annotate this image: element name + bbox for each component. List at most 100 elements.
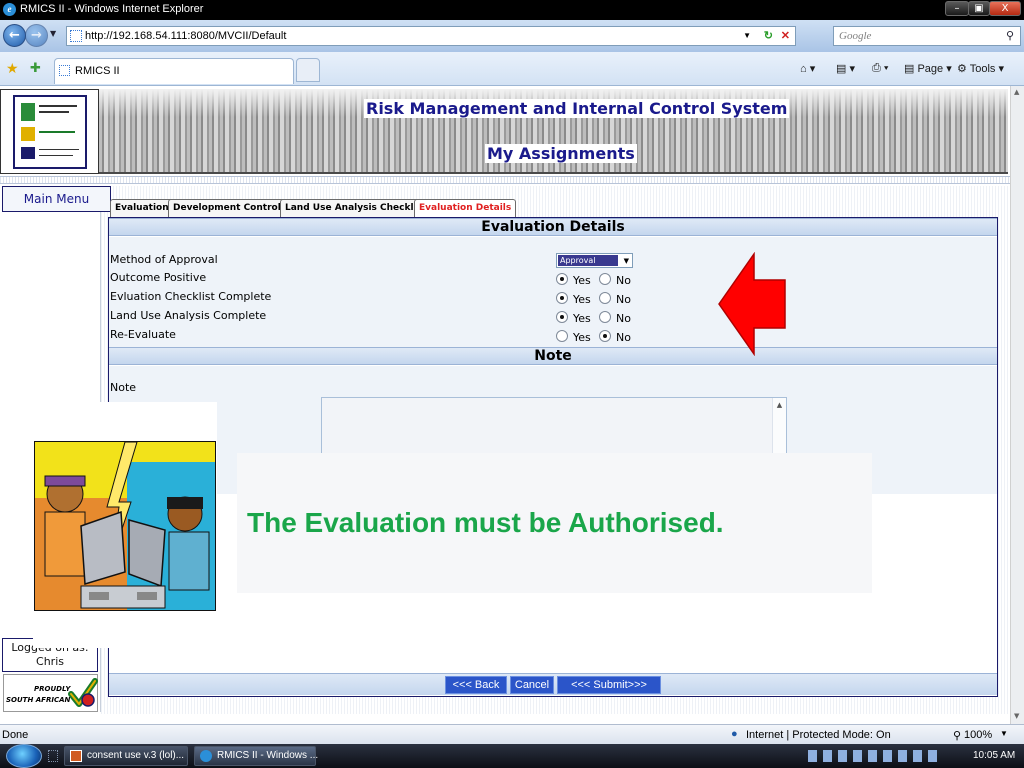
tab-favicon-icon xyxy=(59,65,70,76)
recent-pages-chevron-icon[interactable]: ▼ xyxy=(50,29,56,38)
search-input[interactable]: Google ⚲ xyxy=(833,26,1021,46)
home-icon[interactable]: ⌂ ▾ xyxy=(800,62,815,75)
favorites-star-icon[interactable]: ★ xyxy=(6,61,19,77)
window-title-bar: e RMICS II - Windows Internet Explorer –… xyxy=(0,0,1024,20)
checklist-complete-no-radio[interactable] xyxy=(599,292,611,304)
outcome-positive-label: Outcome Positive xyxy=(110,271,207,284)
tools-menu-label: Tools xyxy=(969,63,996,75)
land-use-complete-yes-radio[interactable] xyxy=(556,311,568,323)
organization-logo xyxy=(0,89,99,174)
ie-icon xyxy=(200,750,212,762)
land-use-analysis-complete-label: Land Use Analysis Complete xyxy=(110,309,267,322)
radio-yes-label: Yes xyxy=(573,293,591,306)
globe-icon: ● xyxy=(731,728,738,740)
system-tray-icons[interactable] xyxy=(808,750,938,762)
tab-land-use-analysis-checklist[interactable]: Land Use Analysis Checklist xyxy=(280,199,432,217)
checkmark-flag-icon xyxy=(68,678,98,707)
new-tab-button[interactable] xyxy=(296,58,320,82)
header-banner: Risk Management and Internal Control Sys… xyxy=(99,89,1008,174)
method-of-approval-select[interactable]: Approval ▼ xyxy=(556,253,633,268)
tab-title: RMICS II xyxy=(75,65,120,77)
stop-icon[interactable]: ✕ xyxy=(781,27,790,45)
re-evaluate-label: Re-Evaluate xyxy=(110,328,176,341)
status-text: Done xyxy=(2,729,29,741)
address-bar[interactable]: http://192.168.54.111:8080/MVCII/Default… xyxy=(66,26,796,46)
tab-evaluation-details[interactable]: Evaluation Details xyxy=(414,199,517,217)
radio-no-label: No xyxy=(616,312,631,325)
outcome-positive-yes-radio[interactable] xyxy=(556,273,568,285)
authorisation-message: The Evaluation must be Authorised. xyxy=(247,507,724,538)
tab-evaluation[interactable]: Evaluation xyxy=(110,199,174,217)
re-evaluate-yes-radio[interactable] xyxy=(556,330,568,342)
back-nav-icon[interactable]: ← xyxy=(3,24,26,47)
zoom-level[interactable]: 100% xyxy=(964,729,992,741)
badge-line1: PROUDLY xyxy=(34,685,71,693)
search-placeholder: Google xyxy=(839,30,872,42)
zoom-icon: ⚲ xyxy=(953,730,962,742)
windows-taskbar: consent use v.3 (lol)... RMICS II - Wind… xyxy=(0,744,1024,768)
logo-emblem xyxy=(13,95,87,169)
cancel-button[interactable]: Cancel xyxy=(510,676,554,694)
radio-yes-label: Yes xyxy=(573,312,591,325)
clock[interactable]: 10:05 AM xyxy=(973,750,1015,761)
land-use-complete-no-radio[interactable] xyxy=(599,311,611,323)
tools-menu[interactable]: ⚙ Tools ▾ xyxy=(957,62,1004,75)
method-of-approval-value: Approval xyxy=(558,255,618,266)
red-arrow-icon xyxy=(718,252,786,356)
re-evaluate-no-radio[interactable] xyxy=(599,330,611,342)
submit-button[interactable]: <<< Submit>>> xyxy=(557,676,661,694)
checklist-complete-yes-radio[interactable] xyxy=(556,292,568,304)
ie-logo-icon: e xyxy=(3,3,16,16)
status-bar: Done ● Internet | Protected Mode: On ⚲ 1… xyxy=(0,724,1024,744)
taskbar-item-ie[interactable]: RMICS II - Windows ... xyxy=(194,746,318,766)
radio-no-label: No xyxy=(616,293,631,306)
address-dropdown-icon[interactable]: ▼ xyxy=(743,27,751,45)
page-heading: My Assignments xyxy=(485,144,637,163)
page-favicon-icon xyxy=(70,30,82,42)
zoom-dropdown-icon[interactable]: ▼ xyxy=(1000,729,1008,738)
maximize-icon[interactable]: ▣ xyxy=(968,1,990,16)
form-action-bar: <<< Back Cancel <<< Submit>>> xyxy=(109,673,997,695)
search-icon[interactable]: ⚲ xyxy=(1006,27,1014,45)
method-of-approval-label: Method of Approval xyxy=(110,253,218,266)
page-menu-label: Page xyxy=(917,63,944,75)
quick-launch-icon[interactable] xyxy=(48,750,58,762)
note-label: Note xyxy=(110,381,137,394)
navigation-bar: ← → ▼ http://192.168.54.111:8080/MVCII/D… xyxy=(0,20,1024,52)
add-favorites-icon[interactable]: ✚ xyxy=(30,61,41,76)
feeds-icon[interactable]: ▤ ▾ xyxy=(836,62,855,75)
forward-nav-icon[interactable]: → xyxy=(25,24,48,47)
browser-tab[interactable]: RMICS II xyxy=(54,58,294,84)
system-title: Risk Management and Internal Control Sys… xyxy=(364,99,790,118)
document-icon xyxy=(70,750,82,762)
header-divider xyxy=(0,176,1010,184)
tab-command-bar: ★ ✚ RMICS II ⌂ ▾ ▤ ▾ ⎙ ▾ ▤ Page ▾ ⚙ Tool… xyxy=(0,52,1024,86)
computer-users-clipart xyxy=(33,402,217,648)
note-section-header: Note xyxy=(109,347,997,365)
radio-no-label: No xyxy=(616,331,631,344)
refresh-icon[interactable]: ↻ xyxy=(764,27,773,45)
taskbar-item-powerpoint[interactable]: consent use v.3 (lol)... xyxy=(64,746,188,766)
back-button[interactable]: <<< Back xyxy=(445,676,507,694)
logged-on-user: Chris xyxy=(36,655,64,668)
window-title: RMICS II - Windows Internet Explorer xyxy=(20,3,204,15)
evaluation-checklist-complete-label: Evluation Checklist Complete xyxy=(110,290,272,303)
proudly-south-african-badge: PROUDLY SOUTH AFRICAN xyxy=(3,674,98,712)
taskbar-item-label: consent use v.3 (lol)... xyxy=(87,750,185,761)
radio-no-label: No xyxy=(616,274,631,287)
close-window-icon[interactable]: X xyxy=(989,1,1021,16)
address-url: http://192.168.54.111:8080/MVCII/Default xyxy=(85,30,287,42)
vertical-scrollbar[interactable]: ▲ ▼ xyxy=(1010,86,1024,724)
radio-yes-label: Yes xyxy=(573,331,591,344)
clipart-image xyxy=(34,441,216,611)
main-menu-button[interactable]: Main Menu xyxy=(2,186,111,212)
evaluation-details-header: Evaluation Details xyxy=(109,218,997,236)
start-button[interactable] xyxy=(6,744,42,768)
page-menu[interactable]: ▤ Page ▾ xyxy=(904,62,952,75)
tab-development-controls[interactable]: Development Controls xyxy=(168,199,292,217)
security-zone[interactable]: Internet | Protected Mode: On xyxy=(746,729,891,741)
print-icon[interactable]: ⎙ ▾ xyxy=(872,62,888,75)
select-dropdown-icon: ▼ xyxy=(623,257,629,265)
minimize-icon[interactable]: – xyxy=(945,1,969,16)
outcome-positive-no-radio[interactable] xyxy=(599,273,611,285)
